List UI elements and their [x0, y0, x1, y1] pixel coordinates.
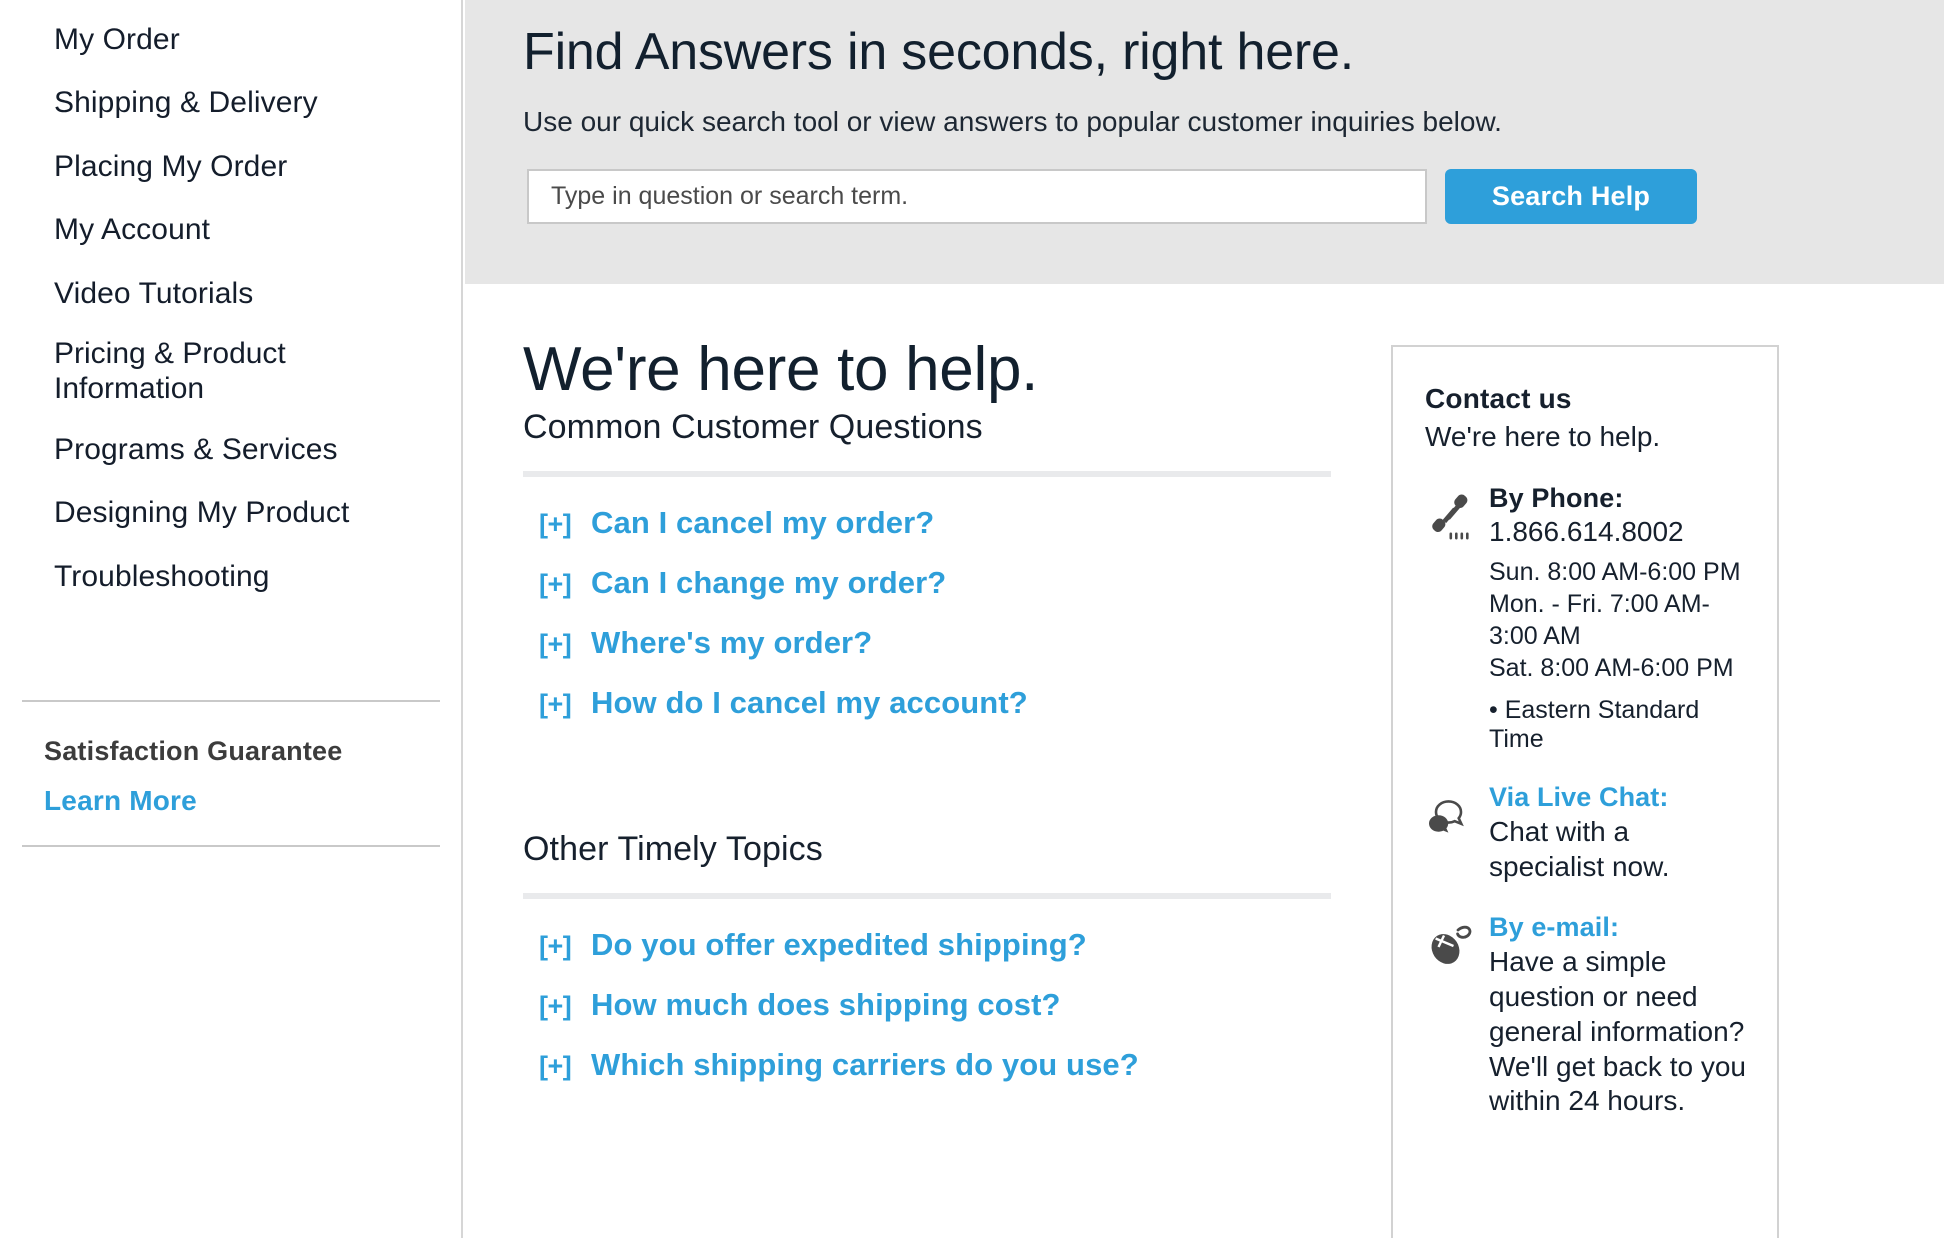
section-other-timely-topics: Other Timely Topics [+] Do you offer exp… — [523, 830, 1335, 1083]
section-common-customer-questions: Common Customer Questions [+] Can I canc… — [523, 408, 1335, 721]
contact-phone-timezone: • Eastern Standard Time — [1489, 696, 1700, 753]
search-input[interactable] — [527, 169, 1427, 224]
search-header-subtitle: Use our quick search tool or view answer… — [523, 106, 1502, 137]
main-content: We're here to help. Common Customer Ques… — [465, 284, 1944, 1238]
faq-item-cancel-order[interactable]: [+] Can I cancel my order? — [523, 505, 1335, 541]
page-title: We're here to help. — [523, 334, 1039, 404]
hours-sunday: Sun. 8:00 AM-6:00 PM — [1489, 558, 1741, 586]
expand-plus-icon[interactable]: [+] — [539, 931, 591, 962]
sidebar-item-designing-my-product[interactable]: Designing My Product — [0, 481, 461, 544]
sidebar-item-my-account[interactable]: My Account — [0, 198, 461, 261]
contact-email-text: Have a simple question or need general i… — [1489, 946, 1746, 1117]
faq-item-cancel-account[interactable]: [+] How do I cancel my account? — [523, 685, 1335, 721]
satisfaction-guarantee-title: Satisfaction Guarantee — [44, 736, 343, 766]
section-heading: Other Timely Topics — [523, 830, 823, 868]
search-help-button[interactable]: Search Help — [1445, 169, 1697, 224]
contact-method-live-chat[interactable]: Via Live Chat: Chat with a specialist no… — [1425, 782, 1747, 884]
section-divider — [523, 893, 1331, 899]
contact-method-phone: By Phone: 1.866.614.8002 Sun. 8:00 AM-6:… — [1425, 483, 1747, 754]
learn-more-link[interactable]: Learn More — [44, 785, 197, 817]
faq-item-shipping-cost[interactable]: [+] How much does shipping cost? — [523, 987, 1335, 1023]
sidebar: My Order Shipping & Delivery Placing My … — [0, 0, 463, 1238]
satisfaction-guarantee-box: Satisfaction Guarantee Learn More — [22, 700, 440, 847]
faq-item-label[interactable]: Can I change my order? — [591, 565, 946, 601]
faq-list: [+] Do you offer expedited shipping? [+]… — [523, 927, 1335, 1083]
sidebar-item-programs-services[interactable]: Programs & Services — [0, 418, 461, 481]
faq-item-label[interactable]: Do you offer expedited shipping? — [591, 927, 1087, 963]
telephone-icon — [1425, 487, 1481, 543]
faq-item-wheres-my-order[interactable]: [+] Where's my order? — [523, 625, 1335, 661]
section-heading: Common Customer Questions — [523, 408, 983, 446]
search-row: Search Help — [527, 169, 1697, 224]
sidebar-item-pricing-product-information[interactable]: Pricing & Product Information — [0, 325, 461, 418]
sidebar-item-label-line2: Information — [54, 372, 205, 406]
faq-item-label[interactable]: Can I cancel my order? — [591, 505, 934, 541]
contact-phone-number[interactable]: 1.866.614.8002 — [1489, 516, 1747, 548]
faq-item-change-order[interactable]: [+] Can I change my order? — [523, 565, 1335, 601]
help-center-page: My Order Shipping & Delivery Placing My … — [0, 0, 1944, 1238]
faq-item-expedited-shipping[interactable]: [+] Do you offer expedited shipping? — [523, 927, 1335, 963]
contact-phone-hours: Sun. 8:00 AM-6:00 PM Mon. - Fri. 7:00 AM… — [1489, 556, 1747, 684]
search-header-title: Find Answers in seconds, right here. — [523, 23, 1354, 81]
sidebar-item-label-line1: Pricing & Product — [54, 336, 286, 370]
faq-item-label[interactable]: How do I cancel my account? — [591, 685, 1028, 721]
expand-plus-icon[interactable]: [+] — [539, 1051, 591, 1082]
speech-bubbles-icon — [1425, 786, 1481, 842]
faq-item-shipping-carriers[interactable]: [+] Which shipping carriers do you use? — [523, 1047, 1335, 1083]
sidebar-nav: My Order Shipping & Delivery Placing My … — [0, 0, 461, 608]
computer-mouse-icon — [1425, 916, 1481, 972]
sidebar-item-video-tutorials[interactable]: Video Tutorials — [0, 262, 461, 325]
search-header: Find Answers in seconds, right here. Use… — [465, 0, 1944, 284]
faq-item-label[interactable]: Which shipping carriers do you use? — [591, 1047, 1139, 1083]
sidebar-item-troubleshooting[interactable]: Troubleshooting — [0, 545, 461, 608]
contact-chat-body: Via Live Chat: Chat with a specialist no… — [1489, 782, 1747, 884]
sidebar-item-my-order[interactable]: My Order — [0, 8, 461, 71]
sidebar-item-placing-my-order[interactable]: Placing My Order — [0, 135, 461, 198]
hours-weekdays: Mon. - Fri. 7:00 AM-3:00 AM — [1489, 590, 1710, 650]
contact-us-title: Contact us — [1425, 383, 1572, 414]
faq-item-label[interactable]: How much does shipping cost? — [591, 987, 1061, 1023]
section-divider — [523, 471, 1331, 477]
contact-chat-text: Chat with a specialist now. — [1489, 816, 1670, 882]
expand-plus-icon[interactable]: [+] — [539, 509, 591, 540]
hours-saturday: Sat. 8:00 AM-6:00 PM — [1489, 654, 1734, 682]
contact-us-panel: Contact us We're here to help. By Phone:… — [1391, 345, 1779, 1238]
sidebar-item-shipping-delivery[interactable]: Shipping & Delivery — [0, 71, 461, 134]
contact-method-email[interactable]: By e-mail: Have a simple question or nee… — [1425, 912, 1747, 1119]
expand-plus-icon[interactable]: [+] — [539, 569, 591, 600]
contact-email-body: By e-mail: Have a simple question or nee… — [1489, 912, 1747, 1119]
expand-plus-icon[interactable]: [+] — [539, 689, 591, 720]
faq-item-label[interactable]: Where's my order? — [591, 625, 872, 661]
contact-chat-label[interactable]: Via Live Chat: — [1489, 782, 1747, 813]
contact-phone-body: By Phone: 1.866.614.8002 Sun. 8:00 AM-6:… — [1489, 483, 1747, 754]
expand-plus-icon[interactable]: [+] — [539, 629, 591, 660]
faq-list: [+] Can I cancel my order? [+] Can I cha… — [523, 505, 1335, 721]
expand-plus-icon[interactable]: [+] — [539, 991, 591, 1022]
contact-email-label[interactable]: By e-mail: — [1489, 912, 1747, 943]
contact-us-subtitle: We're here to help. — [1425, 421, 1661, 452]
contact-phone-label: By Phone: — [1489, 483, 1624, 513]
